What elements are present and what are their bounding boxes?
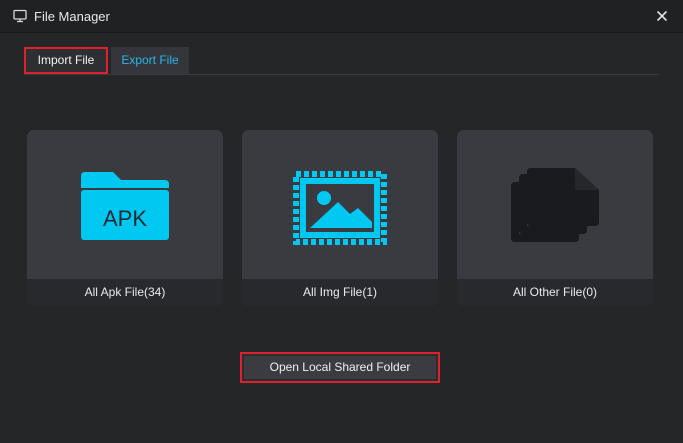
- card-label: All Img File(1): [242, 279, 438, 306]
- card-label: All Apk File(34): [27, 279, 223, 306]
- documents-icon: [511, 168, 599, 242]
- tab-export-file[interactable]: Export File: [111, 47, 189, 74]
- title-bar: File Manager: [0, 0, 683, 33]
- tab-divider: [24, 74, 659, 75]
- card-apk-files[interactable]: APK All Apk File(34): [27, 130, 223, 306]
- image-stamp-icon: [293, 171, 387, 245]
- card-label: All Other File(0): [457, 279, 653, 306]
- tab-import-file[interactable]: Import File: [24, 47, 108, 74]
- close-icon[interactable]: [655, 9, 669, 23]
- apk-folder-icon: APK: [81, 172, 169, 240]
- monitor-icon: [13, 9, 27, 23]
- card-img-files[interactable]: All Img File(1): [242, 130, 438, 306]
- open-local-shared-folder-button[interactable]: Open Local Shared Folder: [240, 352, 440, 383]
- card-other-files[interactable]: All Other File(0): [457, 130, 653, 306]
- window-title: File Manager: [34, 9, 110, 24]
- open-folder-label: Open Local Shared Folder: [269, 360, 411, 374]
- apk-label: APK: [103, 206, 147, 231]
